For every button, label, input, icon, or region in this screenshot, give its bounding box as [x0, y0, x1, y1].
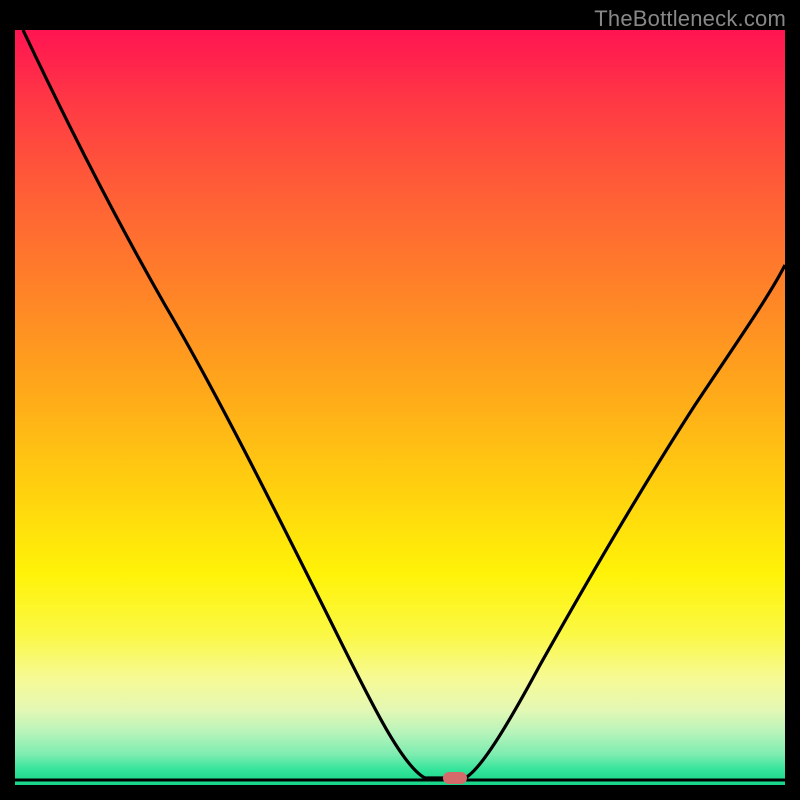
watermark-text: TheBottleneck.com — [594, 6, 786, 32]
plot-area — [15, 30, 785, 785]
optimal-marker — [443, 772, 467, 784]
bottleneck-curve — [15, 30, 785, 785]
chart-container: TheBottleneck.com — [0, 0, 800, 800]
